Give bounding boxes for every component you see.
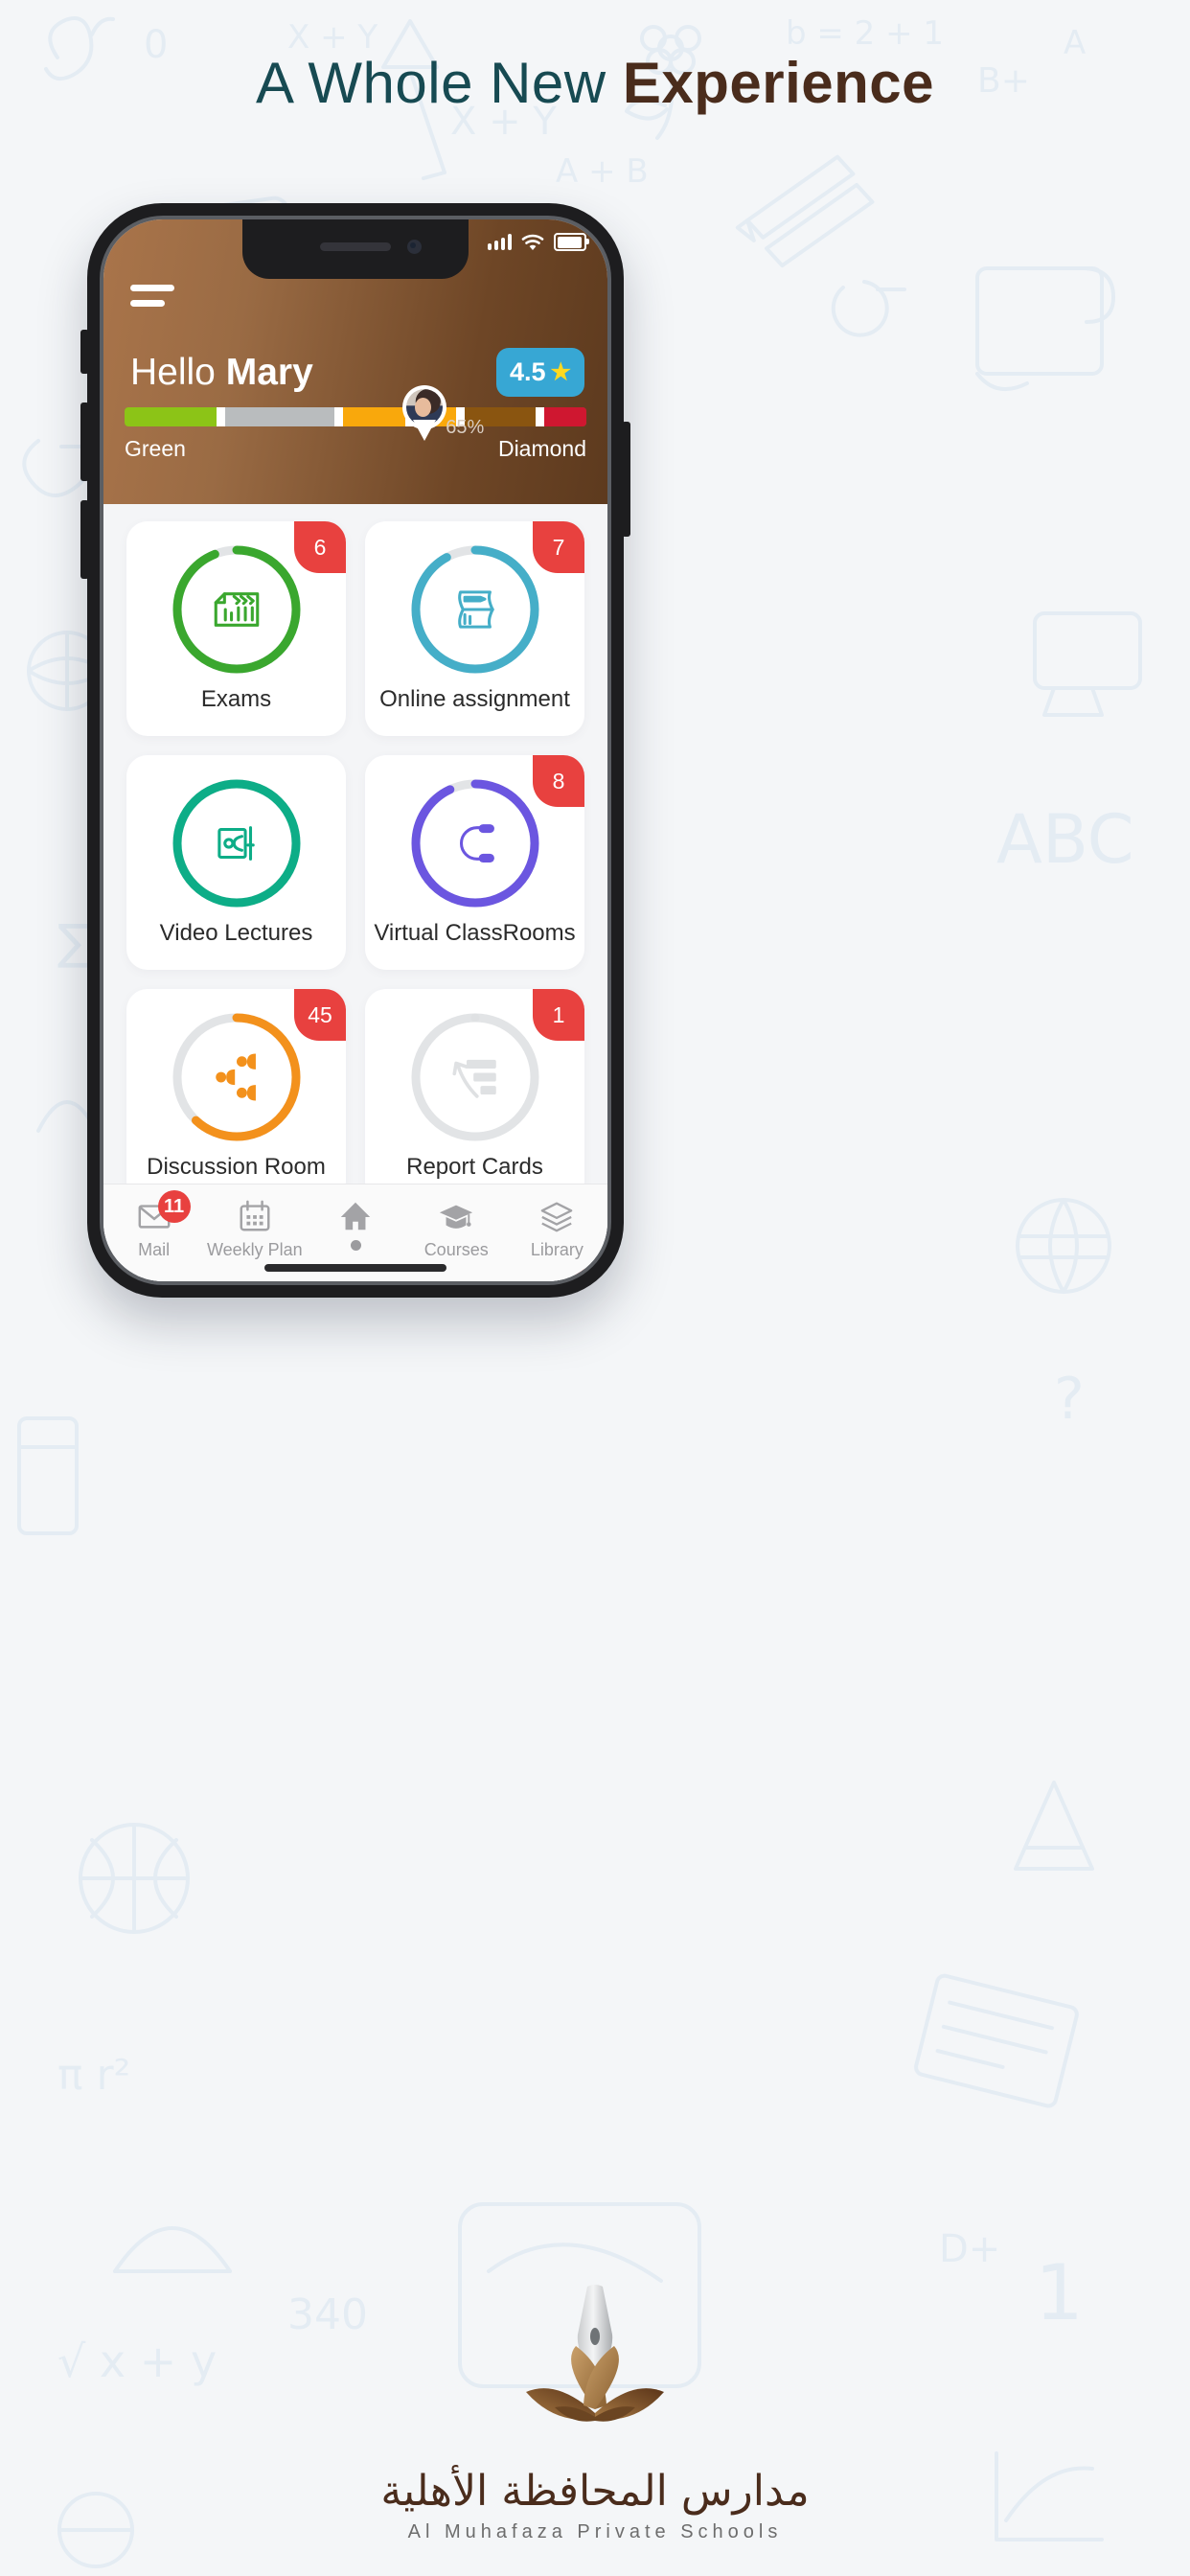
home-indicator-bar[interactable]: [264, 1264, 446, 1272]
nav-notification-badge: 11: [157, 1190, 191, 1223]
progress-ring: [410, 778, 540, 908]
phone-power-button[interactable]: [622, 422, 630, 537]
books-stack-icon: [538, 1198, 575, 1234]
feature-card-label: Exams: [200, 686, 272, 712]
nav-item-label: Library: [530, 1240, 584, 1259]
nav-item-home[interactable]: [305, 1198, 405, 1251]
feature-card[interactable]: Report Cards 1: [365, 989, 584, 1204]
footer-logo: مدارس المحافظة الأهلية Al Muhafaza Priva…: [0, 2281, 1190, 2543]
feature-card-label: Online assignment: [379, 686, 570, 712]
app-body: Exams 6 Online assignment 7 Video Lectures…: [103, 504, 607, 1281]
svg-text:D+: D+: [939, 2227, 1000, 2271]
progress-segment-divider: [217, 407, 226, 426]
feature-card-label: Discussion Room: [147, 1154, 326, 1180]
notification-badge: 1: [533, 989, 584, 1041]
progress-segment-silver: [225, 407, 334, 426]
star-icon: ★: [550, 358, 571, 385]
feature-card[interactable]: Video Lectures: [126, 755, 346, 970]
feature-card[interactable]: Discussion Room 45: [126, 989, 346, 1204]
feature-card[interactable]: Exams 6: [126, 521, 346, 736]
headline-thin: A Whole New: [255, 51, 623, 115]
home-icon: [337, 1198, 374, 1234]
open-book-pencil-icon: [447, 582, 503, 637]
logo-english-name: Al Muhafaza Private Schools: [407, 2521, 783, 2542]
nav-item-mail[interactable]: Mail 11: [103, 1190, 204, 1260]
notification-badge: 6: [294, 521, 346, 573]
nav-item-weekly-plan[interactable]: Weekly Plan: [204, 1198, 305, 1260]
battery-icon: [554, 233, 589, 251]
tier-start-label: Green: [125, 436, 186, 461]
progress-ring: [172, 544, 302, 675]
progress-ring: [172, 1012, 302, 1142]
greeting-row: Hello Mary 4.5 ★: [130, 348, 584, 397]
phone-volume-down-button[interactable]: [80, 500, 89, 579]
front-camera: [407, 240, 422, 254]
progress-segment-ruby: [544, 407, 586, 426]
progress-track[interactable]: [125, 407, 586, 426]
avatar-pin-tip: [413, 420, 437, 441]
hamburger-menu-icon[interactable]: [130, 285, 174, 315]
phone-screen: Hello Mary 4.5 ★ 65% Green Diamond Exams…: [103, 219, 607, 1281]
notification-badge: 8: [533, 755, 584, 807]
nav-item-courses[interactable]: Courses: [406, 1198, 507, 1260]
signal-bars-icon: [488, 234, 512, 250]
svg-text:b = 2 + 1: b = 2 + 1: [786, 14, 944, 53]
progress-segment-gold-a: [342, 407, 406, 426]
feature-card-label: Virtual ClassRooms: [374, 920, 576, 946]
earpiece-speaker: [320, 242, 391, 251]
progress-section: 65% Green Diamond: [125, 385, 586, 462]
progress-ring: [172, 778, 302, 908]
greeting-text: Hello Mary: [130, 354, 313, 391]
feature-card[interactable]: Virtual ClassRooms 8: [365, 755, 584, 970]
user-avatar-pin[interactable]: [402, 385, 447, 443]
progress-segment-green: [125, 407, 217, 426]
svg-text:π r²: π r²: [57, 2051, 130, 2100]
feature-card[interactable]: Online assignment 7: [365, 521, 584, 736]
feature-card-grid: Exams 6 Online assignment 7 Video Lectures…: [103, 504, 607, 1281]
headline-bold: Experience: [622, 51, 934, 115]
svg-text:ABC: ABC: [996, 800, 1134, 879]
user-name: Mary: [225, 352, 313, 393]
tier-end-label: Diamond: [497, 436, 586, 461]
active-indicator-dot: [350, 1240, 361, 1251]
progress-ring: [410, 544, 540, 675]
feature-card-label: Video Lectures: [159, 920, 313, 946]
graduation-cap-icon: [438, 1198, 474, 1234]
phone-notch: [242, 219, 469, 279]
nav-item-label: Weekly Plan: [206, 1240, 303, 1259]
group-discussion-icon: [209, 1049, 264, 1105]
logo-arabic-name: مدارس المحافظة الأهلية: [380, 2467, 810, 2516]
progress-ring: [410, 1012, 540, 1142]
headphones-icon: [447, 816, 503, 871]
nav-item-label: Courses: [423, 1240, 489, 1259]
status-bar: [488, 233, 589, 251]
app-header: Hello Mary 4.5 ★ 65% Green Diamond: [103, 219, 607, 504]
page-headline: A Whole New Experience: [0, 50, 1190, 116]
phone-mockup: Hello Mary 4.5 ★ 65% Green Diamond Exams…: [87, 203, 624, 1298]
phone-bezel: Hello Mary 4.5 ★ 65% Green Diamond Exams…: [100, 216, 611, 1285]
progress-segment-divider: [536, 407, 545, 426]
feature-card-label: Report Cards: [406, 1154, 543, 1180]
nav-item-library[interactable]: Library: [507, 1198, 607, 1260]
calendar-icon: [237, 1198, 273, 1234]
video-presenter-icon: [209, 816, 264, 871]
wifi-icon: [521, 234, 544, 250]
svg-text:∑: ∑: [57, 914, 90, 970]
progress-percent-label: 65%: [446, 417, 485, 438]
pen-nib-logo: [526, 2285, 664, 2422]
svg-text:A + B: A + B: [556, 152, 649, 191]
phone-silent-switch[interactable]: [80, 330, 89, 374]
notification-badge: 7: [533, 521, 584, 573]
progress-segment-divider: [333, 407, 343, 426]
tier-labels: Green Diamond: [125, 436, 586, 462]
greeting-prefix: Hello: [130, 352, 226, 393]
rating-value: 4.5: [509, 357, 546, 386]
phone-volume-up-button[interactable]: [80, 402, 89, 481]
svg-text:?: ?: [1054, 1366, 1085, 1433]
rating-badge[interactable]: 4.5 ★: [495, 348, 584, 397]
notification-badge: 45: [294, 989, 346, 1041]
nav-item-label: Mail: [138, 1240, 171, 1259]
bar-chart-arrow-icon: [447, 1049, 503, 1105]
checklist-document-icon: [209, 582, 264, 637]
